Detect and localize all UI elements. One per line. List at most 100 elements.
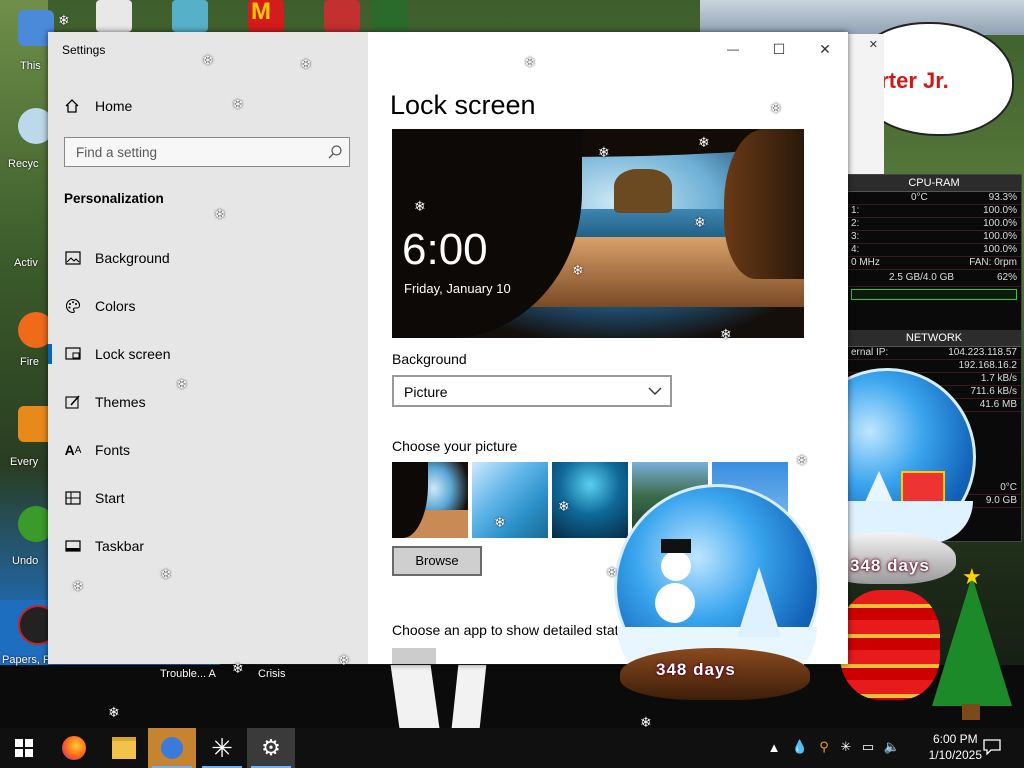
taskbar-icon [64,537,82,555]
minimize-icon: — [727,42,739,56]
days-countdown-label: 348 days [656,660,736,679]
sidebar-item-background[interactable]: Background [48,236,368,280]
taskbar-app[interactable] [148,728,196,768]
desktop-icon-label: Every [10,456,39,468]
cpu-core-row: 3: 100.0% [847,231,1021,244]
desktop-icon[interactable] [172,0,208,32]
firefox-icon [62,736,86,760]
christmas-tree-icon [932,576,1012,706]
desktop-icon-label: Papers, P [2,654,51,666]
cpu-core-row: 4: 100.0% [847,244,1021,257]
background-dropdown[interactable]: Picture [392,375,672,407]
tray-search-icon[interactable]: ⚲ [816,739,832,755]
search-input[interactable]: Find a setting [64,137,350,167]
sidebar-item-label: Colors [95,298,136,314]
search-icon [328,145,342,159]
background-label: Background [392,351,467,367]
clock-time: 6:00 PM [932,732,978,746]
gear-icon: ⚙ [261,735,281,760]
taskbar-app[interactable]: ✳ [198,728,246,768]
start-button[interactable] [0,728,48,768]
search-placeholder: Find a setting [76,145,158,160]
sidebar-item-fonts[interactable]: AA Fonts [48,428,368,472]
maximize-button[interactable]: ☐ [756,38,802,60]
home-nav[interactable]: Home [64,92,132,120]
taskbar: ✳ ⚙ ▲ 💧 ⚲ ✳ ▭ 🔈 6:00 PM 1/10/2025 [0,728,1024,768]
tray-drop-icon[interactable]: 💧 [792,739,808,755]
app-icon [161,737,183,759]
minimize-button[interactable]: — [710,38,756,60]
desktop-icon-label: Fire [20,356,39,368]
tray-asterisk-icon[interactable]: ✳ [838,739,854,755]
preview-date: Friday, January 10 [404,281,511,296]
desktop-icon[interactable]: M [248,0,284,32]
notification-center-icon[interactable] [982,739,1002,755]
sidebar-item-start[interactable]: Start [48,476,368,520]
desktop-icon-label: This [20,60,41,72]
sidebar-item-label: Lock screen [95,346,171,362]
detailed-status-app-button[interactable] [392,648,436,664]
snowflake-icon: ❄ [58,12,70,28]
cpu-total: 93.3% [988,192,1017,203]
cpu-core-row: 2: 100.0% [847,218,1021,231]
browse-button[interactable]: Browse [392,546,482,576]
star-icon: ★ [962,564,982,589]
brush-icon [64,393,82,411]
desktop-icon[interactable] [372,0,408,32]
page-title: Lock screen [390,90,536,120]
close-icon[interactable]: ✕ [869,38,878,51]
sidebar-item-label: Taskbar [95,538,145,554]
picture-thumbnail[interactable] [552,462,628,538]
folder-icon [112,737,136,759]
gift-icon [901,471,945,505]
settings-sidebar: Settings Home Find a setting Personaliza… [48,32,368,664]
desktop-icon-label: Recyc [8,158,39,170]
snowman-icon [655,583,695,623]
sidebar-item-lock-screen[interactable]: Lock screen [48,332,368,376]
desktop-icon-label: Activ [14,257,38,269]
cpu-total-row: 0°C 93.3% [847,192,1021,205]
cpu-ram-title: CPU-RAM [847,175,1021,192]
close-button[interactable]: ✕ [802,38,848,60]
tray-volume-icon[interactable]: 🔈 [884,739,900,755]
desktop-roof [700,0,1024,35]
detailed-status-label: Choose an app to show detailed status [392,622,634,638]
window-title: Settings [62,43,106,57]
preview-time: 6:00 [402,225,488,274]
cpu-freq-row: 0 MHz FAN: 0rpm [847,257,1021,270]
ram-bar [851,289,1017,300]
maximize-icon: ☐ [772,40,786,57]
days-countdown-label: 348 days [850,556,930,575]
external-ip-row: ernal IP: 104.223.118.57 [847,347,1021,360]
sidebar-item-colors[interactable]: Colors [48,284,368,328]
network-title: NETWORK [847,330,1021,347]
desktop-icon[interactable] [324,0,360,32]
taskbar-firefox[interactable] [50,728,98,768]
tray-network-icon[interactable]: ▭ [860,739,876,755]
lock-screen-icon [64,345,82,363]
desktop-icon-label: Trouble... A [160,668,216,680]
close-icon: ✕ [819,40,831,57]
lock-screen-preview: 6:00 Friday, January 10 [392,129,804,338]
taskbar-settings[interactable]: ⚙ [247,728,295,768]
tray-app-icon[interactable]: ▲ [766,739,782,755]
picture-thumbnail[interactable] [472,462,548,538]
snowy-tree-icon [737,567,781,637]
chevron-down-icon [648,387,662,395]
home-icon [65,99,79,113]
sidebar-item-label: Fonts [95,442,131,458]
choose-picture-label: Choose your picture [392,438,518,454]
taskbar-file-explorer[interactable] [100,728,148,768]
sidebar-item-label: Themes [95,394,146,410]
desktop-icon-label: Undo [12,555,39,567]
taskbar-clock[interactable]: 6:00 PM 1/10/2025 [929,731,982,763]
sidebar-item-themes[interactable]: Themes [48,380,368,424]
clock-date: 1/10/2025 [928,748,982,762]
sidebar-item-taskbar[interactable]: Taskbar [48,524,368,568]
desktop-icon[interactable] [96,0,132,32]
background-dropdown-value: Picture [404,384,448,400]
cpu-temp: 0°C [911,192,928,203]
picture-thumbnail[interactable] [392,462,468,538]
desktop-icon-label: Crisis [258,668,286,680]
asterisk-icon: ✳ [211,732,233,763]
